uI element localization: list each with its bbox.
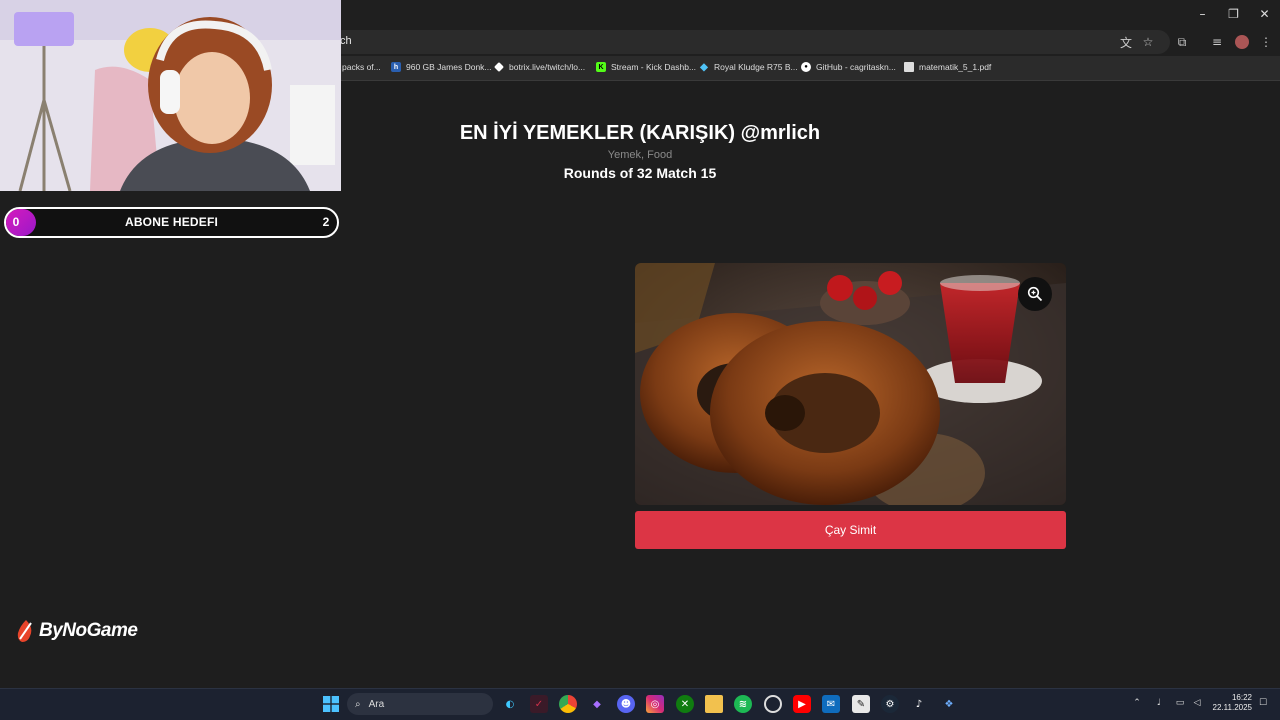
bookmark-item[interactable]: matematik_5_1.pdf xyxy=(904,60,991,74)
goal-label: ABONE HEDEFI xyxy=(124,215,219,229)
chrome-icon[interactable] xyxy=(559,695,577,713)
kebab-menu-icon[interactable]: ⋮ xyxy=(1257,33,1275,51)
translate-icon[interactable]: 文 xyxy=(1117,33,1135,51)
simit-tea-photo xyxy=(635,263,1066,505)
notepad-icon[interactable]: ✎ xyxy=(852,695,870,713)
file-explorer-icon[interactable] xyxy=(705,695,723,713)
xbox-icon[interactable]: ✕ xyxy=(676,695,694,713)
zoom-button[interactable] xyxy=(1018,277,1052,311)
media-controls-icon[interactable]: ≡ xyxy=(1208,33,1226,51)
steam-icon[interactable]: ⚙ xyxy=(881,695,899,713)
taskbar xyxy=(0,688,1280,720)
kick-icon: K xyxy=(596,62,606,72)
site-icon: h xyxy=(391,62,401,72)
profile-avatar[interactable] xyxy=(1233,33,1251,51)
address-text: ch xyxy=(340,35,352,47)
address-bar[interactable] xyxy=(330,30,1170,54)
obs-icon[interactable] xyxy=(764,695,782,713)
webcam-feed xyxy=(0,0,341,191)
minimize-button[interactable]: – xyxy=(1187,0,1218,28)
gem-icon: ◆ xyxy=(700,61,708,73)
extensions-icon[interactable]: ⧉ xyxy=(1173,33,1191,51)
page-title: EN İYİ YEMEKLER (KARIŞIK) @mrlich xyxy=(459,122,821,144)
round-indicator: Rounds of 32 Match 15 xyxy=(563,165,717,181)
network-icon[interactable]: ▭ xyxy=(1173,696,1187,710)
github-icon: ● xyxy=(801,62,811,72)
mail-icon[interactable]: ✉ xyxy=(822,695,840,713)
bookmark-item[interactable]: K Stream - Kick Dashb... xyxy=(596,60,696,74)
webcam-overlay xyxy=(0,0,341,191)
sponsor-logo: ByNoGame xyxy=(16,618,138,644)
youtube-icon[interactable]: ▶ xyxy=(793,695,811,713)
bookmark-item[interactable]: ◆ Royal Kludge R75 B... xyxy=(699,60,798,74)
zoom-in-icon xyxy=(1027,286,1043,302)
bookmark-item[interactable]: packs of... xyxy=(342,60,381,74)
discord-icon[interactable]: ☻ xyxy=(617,695,635,713)
instagram-icon[interactable]: ◎ xyxy=(646,695,664,713)
sponsor-name: ByNoGame xyxy=(39,620,138,641)
bookmark-item[interactable]: h 960 GB James Donk... xyxy=(391,60,492,74)
restore-button[interactable]: ❐ xyxy=(1218,0,1249,28)
bookmark-item[interactable]: botrix.live/twitch/lo... xyxy=(494,60,585,74)
window-controls: – ❐ ✕ xyxy=(1187,0,1280,28)
clock-date: 22.11.2025 xyxy=(1212,703,1252,712)
volume-icon[interactable]: ◁ xyxy=(1190,696,1204,710)
chevron-up-icon[interactable]: ⌃ xyxy=(1130,696,1144,710)
choice-button[interactable]: Çay Simit xyxy=(635,511,1066,549)
taskbar-clock[interactable]: 16:22 22.11.2025 xyxy=(1206,693,1252,713)
food-image[interactable] xyxy=(635,263,1066,505)
sponsor-flame-icon xyxy=(17,620,32,642)
close-button[interactable]: ✕ xyxy=(1249,0,1280,28)
tiktok-icon[interactable]: ♪ xyxy=(910,695,928,713)
clock-time: 16:22 xyxy=(1231,693,1252,702)
taskbar-search[interactable]: ⌕ Ara xyxy=(347,693,493,715)
pdf-icon xyxy=(904,62,914,72)
copilot-icon[interactable]: ◆ xyxy=(588,695,606,713)
botrix-icon xyxy=(494,62,504,72)
spotify-icon[interactable]: ≋ xyxy=(734,695,752,713)
bookmark-item[interactable]: ● GitHub - cagritaskn... xyxy=(801,60,896,74)
windows-start-icon[interactable] xyxy=(322,695,340,713)
edge-icon[interactable]: ◐ xyxy=(501,695,519,713)
notification-icon[interactable]: ☐ xyxy=(1256,696,1270,710)
microphone-icon[interactable]: ♩ xyxy=(1152,696,1166,710)
app-grid-icon[interactable]: ❖ xyxy=(940,695,958,713)
page-subtitle: Yemek, Food xyxy=(607,149,673,161)
app-icon[interactable]: ✓ xyxy=(530,695,548,713)
search-icon: ⌕ xyxy=(355,698,361,710)
search-placeholder: Ara xyxy=(368,698,385,710)
star-icon[interactable]: ☆ xyxy=(1139,33,1157,51)
goal-target: 2 xyxy=(322,215,330,229)
